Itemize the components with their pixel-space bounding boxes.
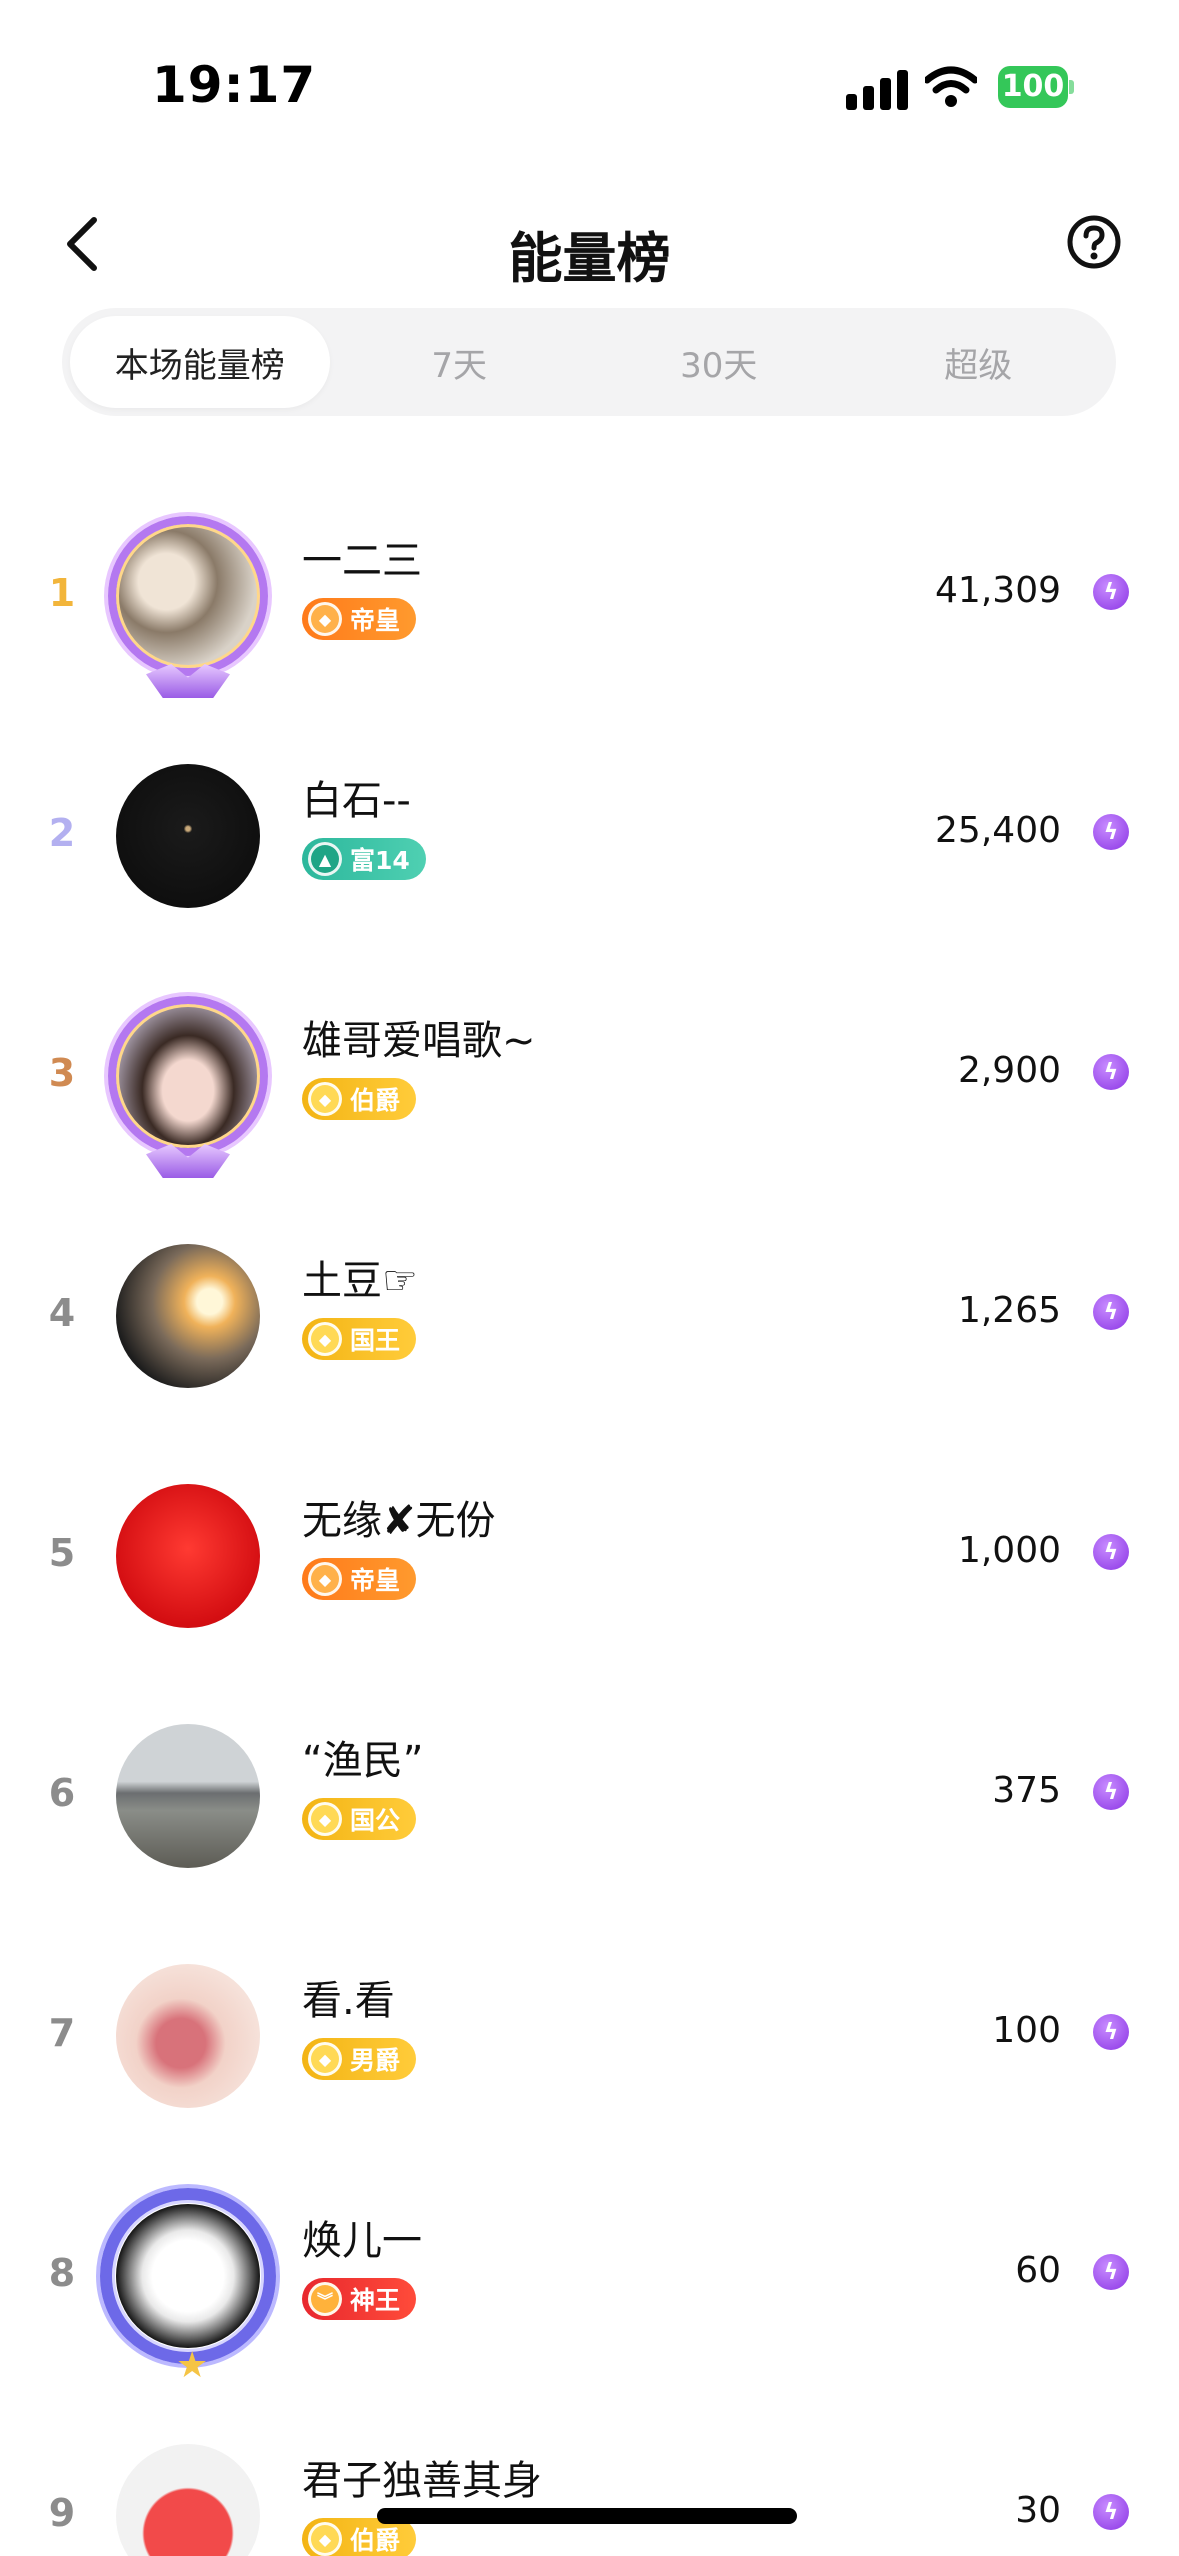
- user-name: 无缘✘无份: [302, 1498, 496, 1544]
- tab-30-days[interactable]: 30天: [589, 316, 849, 408]
- crown-icon: ◆: [308, 1562, 342, 1596]
- rank-number: 8: [48, 2251, 76, 2295]
- avatar[interactable]: [108, 1476, 268, 1636]
- energy-icon: ϟ: [1093, 2254, 1129, 2290]
- energy-icon: ϟ: [1093, 2494, 1129, 2530]
- status-time: 19:17: [152, 56, 317, 114]
- diamond-icon: ◆: [308, 2522, 342, 2556]
- list-item[interactable]: 8 焕儿一 ︾神王 60 ϟ: [0, 2156, 1179, 2396]
- diamond-icon: ◆: [308, 1802, 342, 1836]
- level-badge: ◆ 国王: [302, 1318, 417, 1360]
- energy-score: 1,265: [957, 1290, 1061, 1331]
- list-item[interactable]: 9 君子独善其身 ◆ 伯爵 30 ϟ: [0, 2396, 1179, 2556]
- user-name: 一二三: [302, 538, 422, 584]
- energy-icon: ϟ: [1093, 1054, 1129, 1090]
- chevron-rank-icon: ︾: [308, 2282, 342, 2316]
- level-badge: ◆ 伯爵: [302, 1078, 417, 1120]
- wifi-icon: [925, 66, 977, 107]
- tab-current-session[interactable]: 本场能量榜: [70, 316, 330, 408]
- level-badge: ▲ 富14: [302, 838, 426, 880]
- battery-icon: 100: [998, 66, 1074, 108]
- list-item[interactable]: 7 看.看 ◆ 男爵 100 ϟ: [0, 1916, 1179, 2156]
- list-item[interactable]: 4 土豆☞ ◆ 国王 1,265 ϟ: [0, 1196, 1179, 1436]
- rank-number: 6: [48, 1771, 76, 1815]
- cellular-signal-icon: [846, 70, 908, 110]
- diamond-icon: ◆: [308, 2042, 342, 2076]
- energy-score: 41,309: [935, 570, 1061, 611]
- energy-icon: ϟ: [1093, 814, 1129, 850]
- period-tabs: 本场能量榜 7天 30天 超级: [62, 308, 1116, 416]
- energy-icon: ϟ: [1093, 1774, 1129, 1810]
- user-name: 土豆☞: [302, 1258, 418, 1304]
- energy-score: 2,900: [957, 1050, 1061, 1091]
- list-item[interactable]: 1 一二三 ◆ 帝皇 41,309 ϟ: [0, 476, 1179, 716]
- diamond-icon: ◆: [308, 1322, 342, 1356]
- avatar[interactable]: [108, 996, 268, 1156]
- avatar[interactable]: [108, 1716, 268, 1876]
- energy-score: 1,000: [957, 1530, 1061, 1571]
- user-name: “渔民”: [302, 1738, 424, 1784]
- user-name: 白石--: [302, 778, 411, 824]
- page-title: 能量榜: [508, 227, 671, 290]
- level-badge: ︾ 神王: [302, 2278, 417, 2320]
- help-icon[interactable]: [1066, 214, 1122, 270]
- rank-number: 2: [48, 811, 76, 855]
- avatar[interactable]: [108, 1236, 268, 1396]
- level-badge: ◆ 国公: [302, 1798, 417, 1840]
- diamond-icon: ◆: [308, 1082, 342, 1116]
- level-badge: ◆ 男爵: [302, 2038, 417, 2080]
- energy-icon: ϟ: [1093, 574, 1129, 610]
- tab-super[interactable]: 超级: [849, 316, 1109, 408]
- home-indicator[interactable]: [377, 2508, 797, 2524]
- list-item[interactable]: 5 无缘✘无份 ◆ 帝皇 1,000 ϟ: [0, 1436, 1179, 1676]
- energy-score: 30: [1015, 2490, 1061, 2531]
- level-badge: ◆ 帝皇: [302, 1558, 417, 1600]
- rank-number: 5: [48, 1531, 76, 1575]
- user-name: 雄哥爱唱歌~: [302, 1018, 536, 1064]
- tab-7-days[interactable]: 7天: [330, 316, 590, 408]
- rank-number: 9: [48, 2491, 76, 2535]
- list-item[interactable]: 6 “渔民” ◆ 国公 375 ϟ: [0, 1676, 1179, 1916]
- energy-icon: ϟ: [1093, 2014, 1129, 2050]
- energy-icon: ϟ: [1093, 1534, 1129, 1570]
- rank-number: 3: [48, 1051, 76, 1095]
- avatar[interactable]: [108, 2436, 268, 2556]
- user-name: 焕儿一: [302, 2218, 422, 2264]
- avatar[interactable]: [108, 756, 268, 916]
- triangle-icon: ▲: [308, 842, 342, 876]
- list-item[interactable]: 3 雄哥爱唱歌~ ◆ 伯爵 2,900 ϟ: [0, 956, 1179, 1196]
- nav-bar: 能量榜: [0, 190, 1179, 300]
- energy-icon: ϟ: [1093, 1294, 1129, 1330]
- crown-icon: ◆: [308, 602, 342, 636]
- user-name: 君子独善其身: [302, 2458, 542, 2504]
- level-badge: ◆ 帝皇: [302, 598, 417, 640]
- avatar[interactable]: [108, 1956, 268, 2116]
- rank-number: 4: [48, 1291, 76, 1335]
- status-bar: 19:17 100: [0, 0, 1179, 170]
- energy-score: 375: [992, 1770, 1061, 1811]
- list-item[interactable]: 2 白石-- ▲ 富14 25,400 ϟ: [0, 716, 1179, 956]
- user-name: 看.看: [302, 1978, 395, 2024]
- energy-score: 25,400: [935, 810, 1061, 851]
- rank-number: 7: [48, 2011, 76, 2055]
- energy-score: 60: [1015, 2250, 1061, 2291]
- avatar[interactable]: [100, 2188, 276, 2386]
- rank-number: 1: [48, 571, 76, 615]
- energy-score: 100: [992, 2010, 1061, 2051]
- battery-level: 100: [998, 66, 1068, 108]
- avatar[interactable]: [108, 516, 268, 676]
